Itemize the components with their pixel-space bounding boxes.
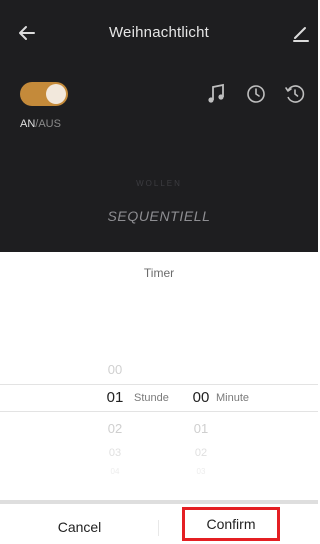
page-title: Weihnachtlicht: [108, 24, 210, 41]
button-divider: [158, 520, 159, 536]
picker-row-selected: 01 Stunde 00 Minute: [0, 389, 318, 411]
minute-option[interactable]: 01: [186, 421, 216, 436]
hour-option[interactable]: 04: [100, 467, 130, 476]
timer-title: Timer: [143, 266, 175, 280]
minute-unit-label: Minute: [216, 392, 250, 404]
music-icon[interactable]: [204, 82, 228, 106]
device-header-panel: Weihnachtlicht AN/AUS WOLLEN SEQUENTIELL: [0, 0, 318, 252]
selection-line-bottom: [0, 411, 318, 412]
minute-option[interactable]: 03: [186, 467, 216, 476]
edit-icon[interactable]: [290, 22, 312, 44]
action-separator: [0, 500, 318, 504]
hour-option[interactable]: 03: [100, 447, 130, 459]
picker-row: 00: [0, 362, 318, 384]
schedule-icon[interactable]: [283, 82, 307, 106]
picker-row: 04 03: [0, 467, 318, 489]
on-label: AN: [20, 118, 36, 130]
power-label: AN/AUS: [20, 118, 61, 130]
minute-option[interactable]: 02: [186, 447, 216, 459]
hour-unit-label: Stunde: [134, 392, 169, 404]
minute-selected[interactable]: 00: [186, 389, 216, 406]
mode-hint-label: WOLLEN: [136, 179, 182, 188]
hour-option[interactable]: 00: [100, 362, 130, 377]
cancel-button[interactable]: Cancel: [0, 512, 159, 542]
picker-row: 02 01: [0, 421, 318, 443]
selection-line-top: [0, 384, 318, 385]
power-toggle[interactable]: [20, 82, 68, 106]
hour-selected[interactable]: 01: [100, 389, 130, 406]
confirm-button[interactable]: Confirm: [185, 510, 277, 538]
toggle-knob: [46, 84, 66, 104]
picker-row: 03 02: [0, 447, 318, 469]
hour-option[interactable]: 02: [100, 421, 130, 436]
clock-icon[interactable]: [244, 82, 268, 106]
off-label: AUS: [38, 118, 61, 130]
current-mode-label: SEQUENTIELL: [107, 208, 211, 224]
